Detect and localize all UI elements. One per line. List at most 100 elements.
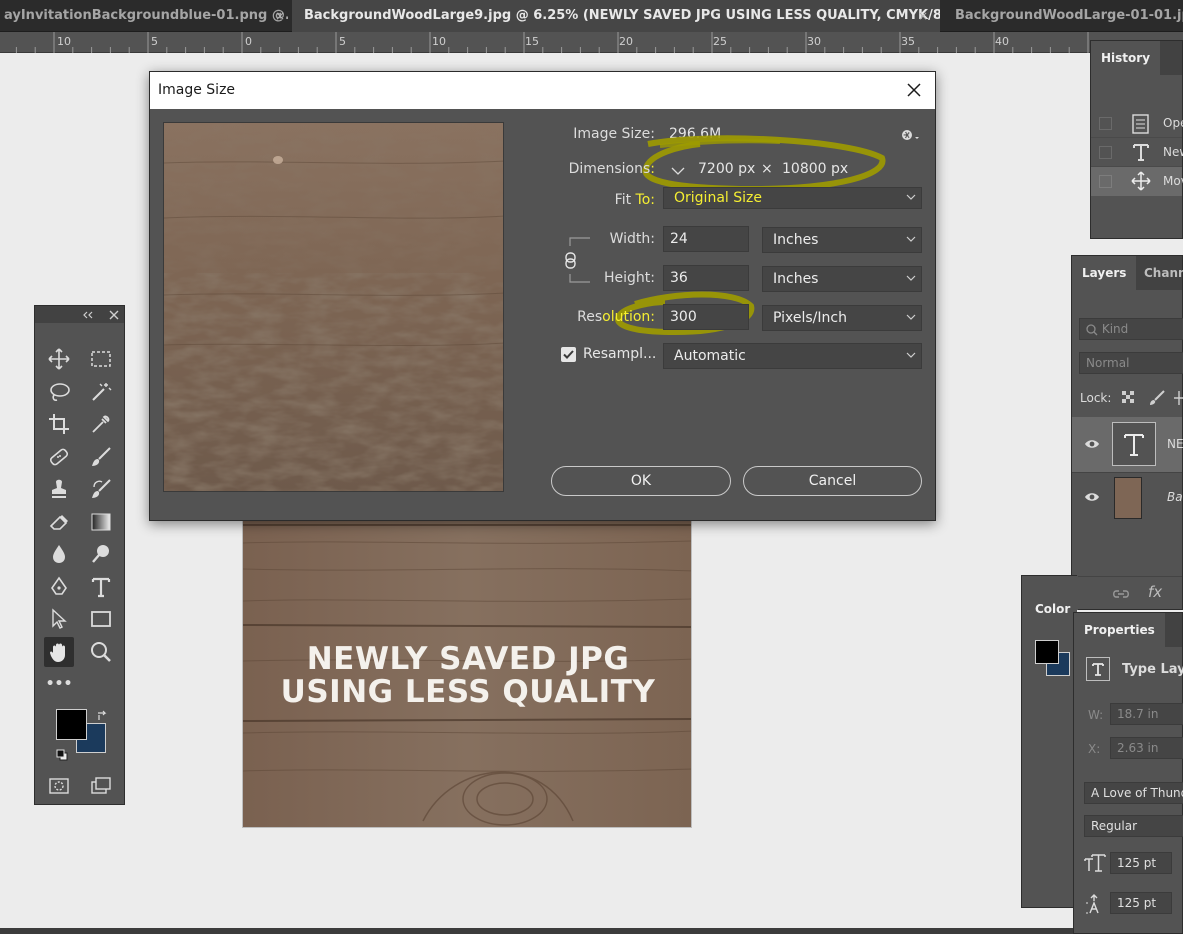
resolution-unit-select[interactable]: Pixels/Inch xyxy=(762,305,922,331)
quick-mask-icon[interactable] xyxy=(44,771,74,801)
width-value: 18.7 in xyxy=(1117,707,1159,721)
dialog-titlebar[interactable]: Image Size xyxy=(150,72,935,109)
move-tool-icon[interactable] xyxy=(44,344,74,374)
resolution-input[interactable]: 300 xyxy=(663,304,749,330)
more-tools-icon[interactable]: ••• xyxy=(44,669,74,699)
fit-to-value: Original Size xyxy=(674,190,762,206)
layer-name[interactable]: Back xyxy=(1167,490,1183,504)
image-preview[interactable] xyxy=(163,122,504,492)
leading-icon xyxy=(1086,894,1099,914)
magic-wand-tool-icon[interactable] xyxy=(86,377,116,407)
tab-history[interactable]: History xyxy=(1091,41,1161,75)
tab-properties[interactable]: Properties xyxy=(1074,613,1165,647)
history-item-selected[interactable]: Mov xyxy=(1091,167,1183,196)
foreground-color-swatch[interactable] xyxy=(1035,640,1059,664)
resample-checkbox[interactable] xyxy=(561,347,576,362)
tab-invitation-background[interactable]: ayInvitationBackgroundblue-01.png @... xyxy=(0,0,288,32)
ruler-label: 10 xyxy=(57,35,71,48)
font-size-field[interactable]: 125 pt xyxy=(1110,852,1172,874)
properties-panel: Properties Type Laye W: 18.7 in X: 2.63 … xyxy=(1073,612,1183,934)
tab-label: BackgroundWoodLarge9.jpg @ 6.25% (NEWLY … xyxy=(304,8,940,23)
eye-visibility-icon[interactable] xyxy=(1084,491,1100,503)
history-tab-label: History xyxy=(1101,51,1151,65)
document-image[interactable]: NEWLY SAVED JPG USING LESS QUALITY xyxy=(242,520,692,828)
collapse-icon[interactable] xyxy=(35,306,124,323)
horizontal-ruler[interactable]: 10 5 0 5 10 15 20 25 30 35 40 xyxy=(0,32,1183,53)
history-item[interactable]: New xyxy=(1091,138,1183,167)
screen-mode-icon[interactable] xyxy=(86,771,116,801)
lock-position-icon[interactable] xyxy=(1173,390,1183,406)
dimensions-unit-dropdown-icon[interactable] xyxy=(669,163,687,179)
foreground-color-swatch[interactable] xyxy=(56,709,87,740)
link-layers-icon[interactable] xyxy=(1112,588,1130,600)
swap-colors-icon[interactable] xyxy=(96,709,108,721)
tab-background-wood-large-01[interactable]: BackgroundWoodLarge-01-01.jpg xyxy=(946,0,1183,32)
tab-close-icon[interactable]: × xyxy=(918,0,928,32)
width-input[interactable]: 24 xyxy=(663,226,749,252)
crop-tool-icon[interactable] xyxy=(44,409,74,439)
history-brush-tool-icon[interactable] xyxy=(86,474,116,504)
tab-channels[interactable]: Channe xyxy=(1134,256,1183,290)
eye-visibility-icon[interactable] xyxy=(1084,438,1100,450)
history-snapshot-checkbox[interactable] xyxy=(1099,117,1112,130)
brush-tool-icon[interactable] xyxy=(86,442,116,472)
lasso-tool-icon[interactable] xyxy=(44,377,74,407)
tab-layers[interactable]: Layers xyxy=(1072,256,1137,290)
blend-mode-select[interactable]: Normal xyxy=(1079,352,1183,374)
font-style-select[interactable]: Regular xyxy=(1084,815,1183,837)
layer-name[interactable]: NE xyxy=(1167,437,1183,451)
width-unit-select[interactable]: Inches xyxy=(762,227,922,253)
gradient-tool-icon[interactable] xyxy=(86,507,116,537)
path-selection-tool-icon[interactable] xyxy=(44,604,74,634)
dimensions-label-text: Dimensions xyxy=(568,161,651,177)
layer-row-type[interactable]: NE xyxy=(1072,417,1183,472)
layers-panel-header: Layers Channe xyxy=(1072,256,1183,290)
x-position-field[interactable]: 2.63 in xyxy=(1110,737,1183,759)
tools-panel-header[interactable] xyxy=(35,306,124,323)
type-tool-icon[interactable] xyxy=(86,572,116,602)
healing-brush-tool-icon[interactable] xyxy=(44,442,74,472)
clone-stamp-tool-icon[interactable] xyxy=(44,474,74,504)
pen-tool-icon[interactable] xyxy=(44,572,74,602)
cancel-button[interactable]: Cancel xyxy=(743,466,922,496)
lock-transparent-pixels-icon[interactable] xyxy=(1122,391,1136,405)
zoom-tool-icon[interactable] xyxy=(86,637,116,667)
history-snapshot-checkbox[interactable] xyxy=(1099,175,1112,188)
history-item[interactable]: Ope xyxy=(1091,109,1183,138)
rectangle-tool-icon[interactable] xyxy=(86,604,116,634)
layer-row-background[interactable]: Back xyxy=(1072,472,1183,522)
width-field[interactable]: 18.7 in xyxy=(1110,703,1183,725)
height-input[interactable]: 36 xyxy=(663,265,749,291)
resolution-label-text: Res xyxy=(577,309,603,325)
ruler-label: 15 xyxy=(525,35,539,48)
fit-to-select[interactable]: Original Size xyxy=(663,187,922,209)
lock-image-pixels-icon[interactable] xyxy=(1149,390,1165,406)
color-panel-header: Color xyxy=(1022,576,1078,616)
type-layer-icon xyxy=(1086,657,1110,681)
font-family-select[interactable]: A Love of Thunde xyxy=(1084,782,1183,804)
ok-button[interactable]: OK xyxy=(551,466,731,496)
tab-color[interactable]: Color xyxy=(1035,602,1070,616)
layers-panel-footer: fx xyxy=(1072,576,1182,610)
eraser-tool-icon[interactable] xyxy=(44,507,74,537)
close-icon[interactable] xyxy=(905,81,923,99)
layer-filter-kind[interactable]: Kind xyxy=(1079,318,1183,340)
layer-style-fx-icon[interactable]: fx xyxy=(1148,583,1162,601)
hand-tool-icon[interactable] xyxy=(44,637,74,667)
history-snapshot-checkbox[interactable] xyxy=(1099,146,1112,159)
blur-tool-icon[interactable] xyxy=(44,539,74,569)
tab-background-wood-large9[interactable]: BackgroundWoodLarge9.jpg @ 6.25% (NEWLY … xyxy=(292,0,940,32)
marquee-tool-icon[interactable] xyxy=(86,344,116,374)
leading-field[interactable]: 125 pt xyxy=(1110,892,1172,914)
checkmark-icon xyxy=(563,350,574,359)
default-colors-icon[interactable] xyxy=(56,749,68,761)
type-icon xyxy=(1124,434,1144,456)
dodge-tool-icon[interactable] xyxy=(86,539,116,569)
resample-method-select[interactable]: Automatic xyxy=(663,343,922,369)
eyedropper-tool-icon[interactable] xyxy=(86,409,116,439)
gear-icon[interactable] xyxy=(900,128,920,144)
properties-tab-label: Properties xyxy=(1084,623,1155,637)
height-unit-select[interactable]: Inches xyxy=(762,266,922,292)
tab-close-icon[interactable]: × xyxy=(275,0,285,32)
leading-value: 125 pt xyxy=(1117,896,1157,910)
